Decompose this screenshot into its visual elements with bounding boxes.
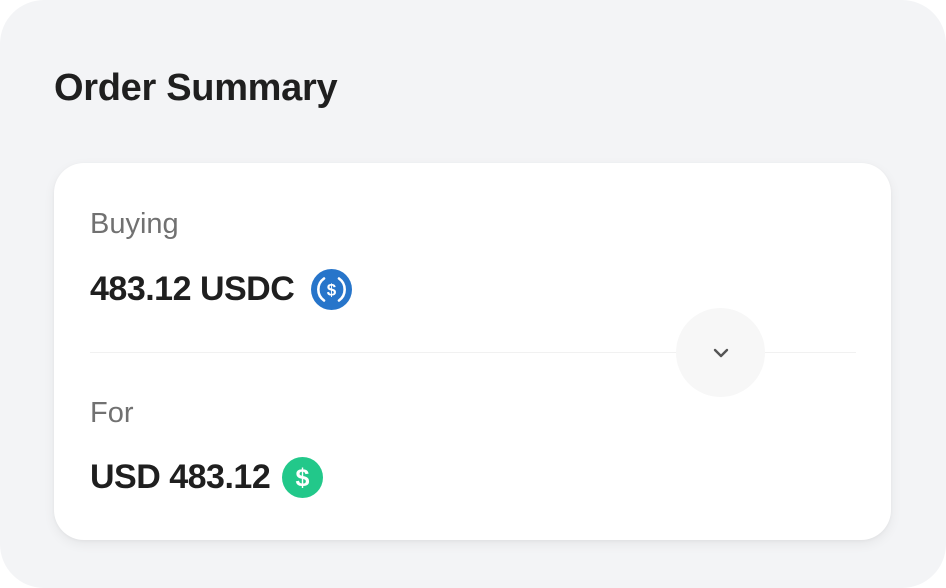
for-amount: USD 483.12	[90, 458, 271, 496]
usd-coin-icon: $	[282, 456, 324, 498]
order-summary-title: Order Summary	[54, 67, 338, 109]
usdc-coin-icon: $	[311, 268, 353, 310]
order-summary-panel: Order Summary Buying 483.12 USDC $ For U…	[0, 0, 946, 588]
order-details-card: Buying 483.12 USDC $ For USD 483.12 $	[54, 163, 891, 540]
svg-text:$: $	[327, 280, 337, 299]
for-amount-row: USD 483.12 $	[90, 455, 324, 499]
svg-text:$: $	[296, 464, 310, 492]
buying-label: Buying	[90, 208, 179, 240]
for-label: For	[90, 397, 134, 429]
expand-toggle-button[interactable]	[676, 308, 765, 397]
buying-amount: 483.12 USDC	[90, 270, 295, 308]
buying-amount-row: 483.12 USDC $	[90, 267, 353, 311]
chevron-down-icon	[713, 348, 728, 357]
